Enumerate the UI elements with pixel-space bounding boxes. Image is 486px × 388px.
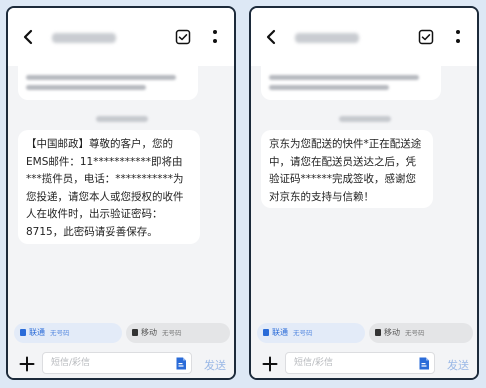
- timestamp-redacted: [96, 116, 148, 122]
- message-input[interactable]: [285, 352, 435, 374]
- sim2-label: 移动: [141, 328, 157, 337]
- compose-bar: 发送: [251, 348, 477, 378]
- sim2-number: 无号码: [405, 329, 425, 337]
- check-square-icon[interactable]: [418, 29, 434, 45]
- message-bubble: 京东为您配送的快件*正在配送途中，请您在配送员送达之后，凭验证码******完成…: [261, 130, 433, 208]
- phone-screen-right: 京东为您配送的快件*正在配送途中，请您在配送员送达之后，凭验证码******完成…: [249, 6, 479, 380]
- contact-name-redacted: [295, 33, 359, 43]
- sim1-number: 无号码: [50, 329, 70, 337]
- timestamp-redacted: [339, 116, 391, 122]
- plus-icon[interactable]: [19, 356, 35, 372]
- sim-card-icon: [20, 329, 26, 336]
- send-via-sim2-button[interactable]: 移动 无号码: [126, 323, 230, 343]
- send-via-sim1-button[interactable]: 联通 无号码: [257, 323, 365, 343]
- send-button[interactable]: 发送: [447, 357, 469, 373]
- attachment-icon[interactable]: [418, 357, 430, 370]
- sim1-label: 联通: [29, 328, 45, 337]
- phone-screen-left: 【中国邮政】尊敬的客户，您的EMS邮件：11***********即将由***揽…: [6, 6, 236, 380]
- check-square-icon[interactable]: [175, 29, 191, 45]
- send-via-sim1-button[interactable]: 联通 无号码: [14, 323, 122, 343]
- back-icon[interactable]: [21, 29, 35, 45]
- previous-message-bubble-redacted: [261, 66, 441, 100]
- message-text: 【中国邮政】尊敬的客户，您的EMS邮件：11***********即将由***揽…: [26, 138, 184, 238]
- send-button[interactable]: 发送: [204, 357, 226, 373]
- previous-message-bubble-redacted: [18, 66, 198, 100]
- sim2-label: 移动: [384, 328, 400, 337]
- sim-selector: 联通 无号码 移动 无号码: [251, 320, 477, 346]
- contact-name-redacted: [52, 33, 116, 43]
- top-bar: [251, 8, 477, 66]
- message-text: 京东为您配送的快件*正在配送途中，请您在配送员送达之后，凭验证码******完成…: [269, 138, 422, 203]
- back-icon[interactable]: [264, 29, 278, 45]
- message-bubble: 【中国邮政】尊敬的客户，您的EMS邮件：11***********即将由***揽…: [18, 130, 200, 244]
- top-bar: [8, 8, 234, 66]
- sim-card-icon: [132, 329, 138, 336]
- compose-bar: 发送: [8, 348, 234, 378]
- more-vertical-icon[interactable]: [454, 28, 462, 46]
- message-input[interactable]: [42, 352, 192, 374]
- more-vertical-icon[interactable]: [211, 28, 219, 46]
- send-via-sim2-button[interactable]: 移动 无号码: [369, 323, 473, 343]
- sim1-number: 无号码: [293, 329, 313, 337]
- attachment-icon[interactable]: [175, 357, 187, 370]
- sim-card-icon: [375, 329, 381, 336]
- sim-selector: 联通 无号码 移动 无号码: [8, 320, 234, 346]
- sim1-label: 联通: [272, 328, 288, 337]
- plus-icon[interactable]: [262, 356, 278, 372]
- sim-card-icon: [263, 329, 269, 336]
- sim2-number: 无号码: [162, 329, 182, 337]
